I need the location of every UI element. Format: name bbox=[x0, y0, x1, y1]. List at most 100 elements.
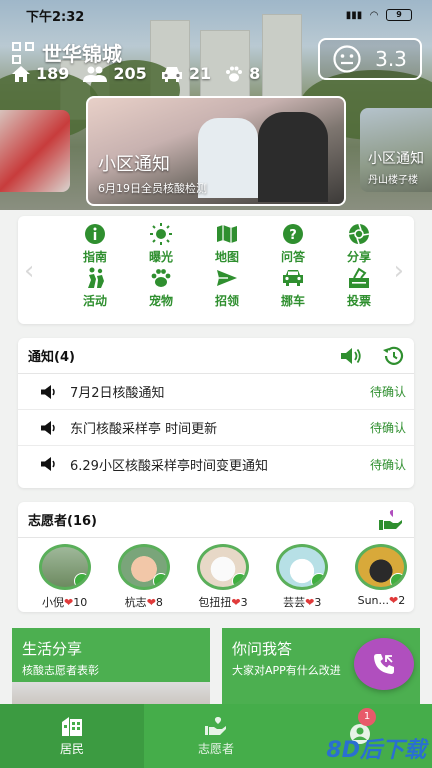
tab-volunteers[interactable]: 志愿者 bbox=[144, 704, 288, 768]
function-lost-found[interactable]: 招领 bbox=[194, 266, 260, 310]
avatar bbox=[38, 544, 91, 590]
heart-icon: ❤ bbox=[231, 596, 241, 609]
stat-cars-value: 21 bbox=[188, 64, 212, 83]
volunteer-name: Sun... bbox=[357, 594, 390, 607]
heart-icon: ❤ bbox=[305, 596, 315, 609]
notice-text: 6.29小区核酸采样亭时间变更通知 bbox=[70, 458, 268, 474]
volunteer-item[interactable]: 包扭扭❤3 bbox=[190, 544, 255, 610]
verified-badge-icon bbox=[73, 573, 88, 587]
volunteer-item[interactable]: 杭志❤8 bbox=[111, 544, 176, 610]
aperture-icon bbox=[348, 223, 370, 245]
people-icon bbox=[83, 66, 108, 82]
function-guide[interactable]: 指南 bbox=[62, 222, 128, 266]
notice-text: 7月2日核酸通知 bbox=[70, 386, 165, 401]
history-icon[interactable] bbox=[382, 346, 404, 366]
info-icon bbox=[84, 223, 106, 245]
verified-badge-icon bbox=[232, 573, 246, 587]
status-bar: 下午2:32 ▮▮▮ ◠ 9 bbox=[0, 0, 432, 30]
panel-title: 生活分享 bbox=[22, 640, 83, 658]
function-label: 问答 bbox=[280, 250, 305, 264]
paw-icon bbox=[226, 66, 243, 82]
panel-subtitle: 核酸志愿者表彰 bbox=[22, 664, 99, 677]
function-pets[interactable]: 宠物 bbox=[128, 266, 194, 310]
send-icon bbox=[216, 267, 238, 289]
stat-residents-value: 205 bbox=[113, 64, 147, 83]
banner-next[interactable]: 小区通知 丹山楼子楼 bbox=[360, 108, 432, 192]
tab-label: 志愿者 bbox=[197, 741, 234, 756]
function-label: 活动 bbox=[82, 294, 107, 308]
qr-code-icon[interactable] bbox=[12, 41, 34, 64]
function-map[interactable]: 地图 bbox=[194, 222, 260, 266]
volunteer-hand-heart-icon[interactable] bbox=[378, 509, 404, 531]
volunteer-card: 志愿者(16) 小倪❤10 杭志❤8 包扭扭❤3 芸芸❤3 Sun...❤2 bbox=[18, 502, 414, 612]
heart-icon: ❤ bbox=[146, 596, 156, 609]
banner-current[interactable]: 小区通知 6月19日全员核酸检测 bbox=[86, 96, 346, 206]
chevron-right-icon[interactable]: › bbox=[394, 256, 404, 286]
paw-icon bbox=[150, 267, 172, 289]
notice-item[interactable]: 7月2日核酸通知 待确认 bbox=[18, 374, 414, 410]
volunteer-icon bbox=[205, 716, 226, 735]
notice-item[interactable]: 6.29小区核酸采样亭时间变更通知 待确认 bbox=[18, 446, 414, 482]
volunteer-item[interactable]: 小倪❤10 bbox=[32, 544, 97, 610]
volunteer-count: 3 bbox=[314, 596, 322, 609]
notice-status[interactable]: 待确认 bbox=[354, 383, 406, 400]
volunteer-name: 杭志 bbox=[124, 596, 147, 609]
stat-cars[interactable]: 21 bbox=[161, 64, 211, 83]
function-share[interactable]: 分享 bbox=[326, 222, 392, 266]
stat-pets[interactable]: 8 bbox=[225, 64, 260, 83]
sun-icon bbox=[150, 223, 172, 245]
avatar bbox=[197, 544, 249, 590]
stat-pets-value: 8 bbox=[249, 64, 261, 83]
call-fab-button[interactable] bbox=[354, 638, 414, 690]
verified-badge-icon bbox=[152, 573, 167, 587]
notification-badge: 1 bbox=[358, 708, 376, 726]
function-label: 招领 bbox=[214, 294, 239, 308]
notice-header: 通知(4) bbox=[18, 338, 414, 374]
volunteer-name: 小倪 bbox=[41, 596, 64, 609]
stat-residents[interactable]: 205 bbox=[83, 64, 147, 83]
notice-title[interactable]: 通知(4) bbox=[28, 346, 75, 365]
function-qa[interactable]: ? 问答 bbox=[260, 222, 326, 266]
function-vote[interactable]: 投票 bbox=[326, 266, 392, 310]
svg-text:?: ? bbox=[289, 228, 297, 243]
verified-badge-icon bbox=[311, 573, 326, 587]
signal-icon: ▮▮▮ bbox=[345, 9, 363, 21]
tab-label: 居民 bbox=[59, 741, 84, 756]
tab-residents[interactable]: 居民 bbox=[0, 704, 144, 768]
wifi-icon: ◠ bbox=[370, 9, 378, 21]
function-label: 地图 bbox=[214, 250, 239, 264]
stat-houses[interactable]: 189 bbox=[12, 64, 69, 83]
function-move-car[interactable]: 挪车 bbox=[260, 266, 326, 310]
notice-item[interactable]: 东门核酸采样亭 时间更新 待确认 bbox=[18, 410, 414, 446]
function-label: 指南 bbox=[82, 250, 107, 264]
question-icon: ? bbox=[282, 223, 304, 245]
car-icon bbox=[282, 267, 304, 289]
activity-icon bbox=[84, 267, 106, 289]
avatar bbox=[117, 544, 170, 590]
speaker-icon bbox=[41, 457, 55, 471]
community-selector[interactable]: 世华锦城 bbox=[12, 38, 122, 67]
function-expose[interactable]: 曝光 bbox=[128, 222, 194, 266]
speaker-icon bbox=[41, 420, 55, 435]
volunteer-title[interactable]: 志愿者(16) bbox=[28, 510, 97, 529]
volunteer-count: 10 bbox=[73, 596, 88, 609]
speaker-volume-icon[interactable] bbox=[340, 347, 362, 365]
banner-prev[interactable] bbox=[0, 110, 70, 192]
house-icon bbox=[12, 65, 30, 82]
chevron-left-icon[interactable]: ‹ bbox=[24, 256, 34, 286]
notice-status[interactable]: 待确认 bbox=[354, 456, 406, 473]
banner-current-title: 小区通知 bbox=[98, 154, 170, 175]
community-score-button[interactable]: 3.3 bbox=[318, 38, 422, 80]
volunteer-item[interactable]: 芸芸❤3 bbox=[270, 544, 335, 610]
notice-status[interactable]: 待确认 bbox=[354, 419, 406, 436]
function-label: 宠物 bbox=[148, 294, 173, 308]
life-share-panel[interactable]: 生活分享 核酸志愿者表彰 bbox=[12, 628, 210, 708]
function-activity[interactable]: 活动 bbox=[62, 266, 128, 310]
notice-card: 通知(4) 7月2日核酸通知 待确认 东门核酸采样亭 时间更新 待确认 6.29… bbox=[18, 338, 414, 488]
volunteer-name: 包扭扭 bbox=[198, 596, 232, 609]
stat-houses-value: 189 bbox=[36, 64, 70, 83]
volunteer-header: 志愿者(16) bbox=[18, 502, 414, 538]
heart-icon: ❤ bbox=[389, 594, 399, 607]
ballot-icon bbox=[348, 267, 370, 289]
volunteer-item[interactable]: Sun...❤2 bbox=[349, 544, 414, 610]
